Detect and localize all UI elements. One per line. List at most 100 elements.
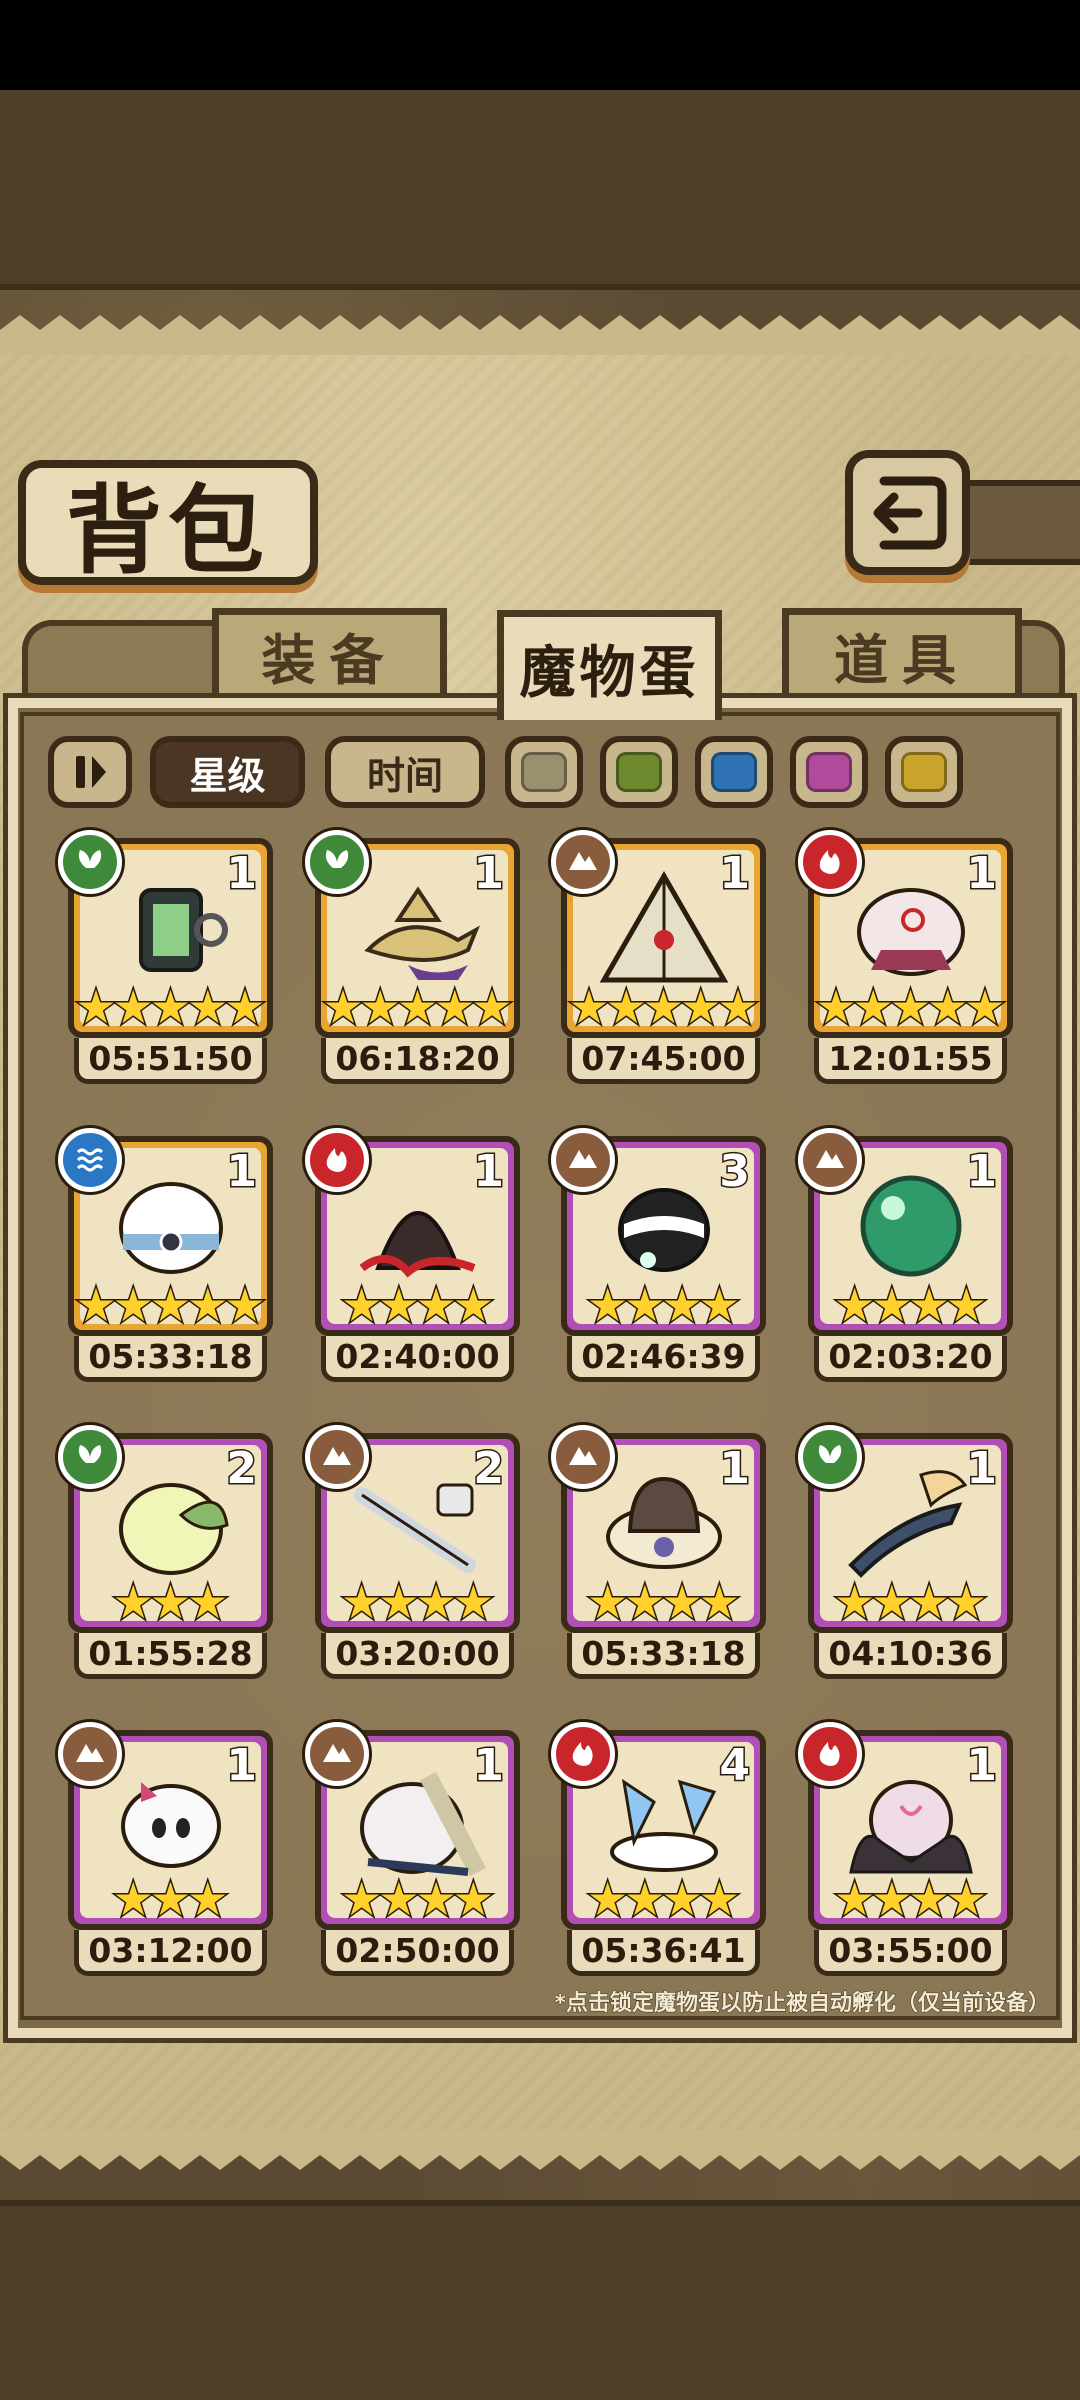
- star-rating: ★ ★ ★ ★ ★: [567, 983, 760, 1032]
- hatch-timer: 05:33:18: [567, 1633, 760, 1679]
- color-filter-gray-button[interactable]: [505, 736, 583, 808]
- star-icon: ★: [395, 980, 439, 1034]
- tab-items[interactable]: 道具: [782, 608, 1022, 703]
- color-filter-green-swatch: [616, 752, 662, 792]
- star-icon: ★: [963, 980, 1007, 1034]
- color-filter-purple-button[interactable]: [790, 736, 868, 808]
- star-rating: ★ ★ ★: [74, 1575, 267, 1629]
- star-rating: ★ ★ ★ ★: [814, 1278, 1007, 1332]
- star-icon: ★: [451, 1872, 495, 1926]
- hatch-timer: 02:40:00: [321, 1336, 514, 1382]
- tab-monster-eggs[interactable]: 魔物蛋: [497, 610, 722, 720]
- hatch-timer: 07:45:00: [567, 1038, 760, 1084]
- star-icon: ★: [944, 1278, 988, 1332]
- star-icon: ★: [451, 1278, 495, 1332]
- star-icon: ★: [697, 1575, 741, 1629]
- sort-star-label: 星级: [189, 753, 266, 798]
- star-icon: ★: [585, 1278, 629, 1332]
- page-title-plate: 背包: [18, 460, 318, 587]
- star-icon: ★: [74, 1278, 118, 1332]
- egg-count: 1: [965, 1442, 999, 1496]
- star-rating: ★ ★ ★ ★: [567, 1278, 760, 1332]
- star-icon: ★: [433, 980, 477, 1034]
- mountain-element-icon: [551, 1128, 615, 1192]
- star-rating: ★ ★ ★ ★ ★: [74, 1278, 267, 1332]
- star-icon: ★: [697, 1872, 741, 1926]
- leaf-element-icon: [798, 1425, 862, 1489]
- star-icon: ★: [377, 1872, 421, 1926]
- star-rating: ★ ★ ★ ★: [321, 1278, 514, 1332]
- egg-count: 4: [718, 1739, 752, 1793]
- sort-time-label: 时间: [366, 753, 443, 798]
- star-icon: ★: [358, 980, 402, 1034]
- pause-lock-icon: [76, 756, 106, 788]
- sword-egg-icon: [353, 1483, 476, 1574]
- flame-element-icon: [798, 1722, 862, 1786]
- color-filter-green-button[interactable]: [600, 736, 678, 808]
- back-button[interactable]: [845, 450, 970, 575]
- star-icon: ★: [186, 1575, 230, 1629]
- star-icon: ★: [697, 1278, 741, 1332]
- status-bar: [0, 0, 1080, 90]
- hatch-timer: 05:36:41: [567, 1930, 760, 1976]
- star-icon: ★: [377, 1278, 421, 1332]
- color-filter-blue-swatch: [711, 752, 757, 792]
- mountain-element-icon: [798, 1128, 862, 1192]
- star-icon: ★: [148, 1278, 192, 1332]
- screen: 背包 装备 道具 魔物蛋 星级 时间 1 ★ ★ ★ ★ ★ 05:51:50 1 ★ ★ ★ ★ ★ 0…: [0, 0, 1080, 2400]
- star-icon: ★: [623, 1575, 667, 1629]
- star-icon: ★: [186, 1872, 230, 1926]
- back-strip: [960, 480, 1080, 565]
- sort-star-button[interactable]: 星级: [150, 736, 305, 808]
- hatch-timer: 03:12:00: [74, 1930, 267, 1976]
- color-filter-gold-button[interactable]: [885, 736, 963, 808]
- tab-bar-left-shade: [22, 620, 222, 710]
- star-icon: ★: [907, 1278, 951, 1332]
- hatch-timer: 04:10:36: [814, 1633, 1007, 1679]
- star-icon: ★: [660, 1575, 704, 1629]
- color-filter-purple-swatch: [806, 752, 852, 792]
- mountain-element-icon: [551, 830, 615, 894]
- hatch-timer: 01:55:28: [74, 1633, 267, 1679]
- wave-element-icon: [58, 1128, 122, 1192]
- lamp-egg-icon: [363, 886, 480, 981]
- star-icon: ★: [851, 980, 895, 1034]
- wrap-egg-icon: [359, 1772, 486, 1877]
- hatch-timer: 02:46:39: [567, 1336, 760, 1382]
- skull-egg-icon: [120, 1782, 221, 1869]
- star-icon: ★: [470, 980, 514, 1034]
- star-icon: ★: [660, 1872, 704, 1926]
- star-rating: ★ ★ ★ ★: [567, 1575, 760, 1629]
- sort-time-button[interactable]: 时间: [325, 736, 485, 808]
- star-icon: ★: [414, 1872, 458, 1926]
- bat-egg-icon: [848, 1780, 973, 1874]
- star-icon: ★: [944, 1872, 988, 1926]
- page-title: 背包: [66, 474, 270, 587]
- star-icon: ★: [623, 1872, 667, 1926]
- star-icon: ★: [907, 1575, 951, 1629]
- scale-egg-icon: [856, 888, 965, 977]
- star-icon: ★: [832, 1575, 876, 1629]
- egg-count: 2: [472, 1442, 506, 1496]
- star-icon: ★: [414, 1575, 458, 1629]
- tab-equipment[interactable]: 装备: [212, 608, 447, 703]
- star-rating: ★ ★ ★ ★: [321, 1872, 514, 1926]
- lock-toggle-button[interactable]: [48, 736, 132, 808]
- color-filter-gold-swatch: [901, 752, 947, 792]
- leaf-element-icon: [305, 830, 369, 894]
- star-icon: ★: [148, 980, 192, 1034]
- star-icon: ★: [148, 1872, 192, 1926]
- egg-count: 2: [225, 1442, 259, 1496]
- egg-count: 1: [472, 1145, 506, 1199]
- star-rating: ★ ★ ★: [74, 1872, 267, 1926]
- star-icon: ★: [870, 1872, 914, 1926]
- zigzag-edge-top: [0, 315, 1080, 355]
- star-rating: ★ ★ ★ ★ ★: [814, 980, 1007, 1034]
- star-icon: ★: [623, 1278, 667, 1332]
- egg-count: 1: [225, 847, 259, 901]
- star-icon: ★: [148, 1575, 192, 1629]
- color-filter-blue-button[interactable]: [695, 736, 773, 808]
- zigzag-edge-bottom: [0, 2130, 1080, 2170]
- tab-equipment-label: 装备: [261, 629, 398, 692]
- star-icon: ★: [660, 1278, 704, 1332]
